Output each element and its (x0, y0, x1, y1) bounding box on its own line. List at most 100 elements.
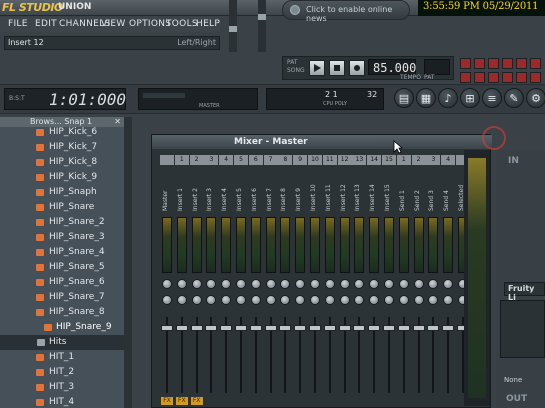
master-volume-slider[interactable] (229, 0, 237, 52)
volume-fader-handle[interactable] (175, 325, 188, 331)
volume-fader-handle[interactable] (368, 325, 381, 331)
pan-knob[interactable] (443, 279, 454, 289)
pan-knob[interactable] (339, 279, 350, 289)
online-news-button[interactable]: Click to enable online news (282, 0, 410, 23)
pan-knob[interactable] (324, 279, 335, 289)
volume-fader-handle[interactable] (309, 325, 321, 331)
mixer-track[interactable]: 11 Insert 11 (322, 155, 337, 407)
volume-fader-handle[interactable] (412, 325, 425, 331)
mode-toggle[interactable] (460, 72, 471, 83)
plugin-slot[interactable]: Fruity Li (504, 282, 545, 302)
pan-knob[interactable] (236, 279, 246, 289)
mode-toggle[interactable] (502, 58, 513, 69)
mixer-track[interactable]: 6 Insert 6 (248, 155, 263, 407)
mixer-track[interactable]: 2 Send 2 (411, 155, 426, 407)
mixer-button[interactable]: ≡ (482, 88, 502, 108)
volume-fader-handle[interactable] (397, 325, 410, 331)
pan-knob[interactable] (428, 279, 439, 289)
menu-tools[interactable]: TOOLS (166, 19, 198, 29)
volume-fader-handle[interactable] (294, 325, 307, 331)
browser-button[interactable]: ⊞ (460, 88, 480, 108)
mixer-track[interactable]: 13 Insert 13 (352, 155, 367, 407)
volume-fader-handle[interactable] (249, 325, 262, 331)
browser-item[interactable]: HIT_2 (0, 365, 124, 380)
pan-knob[interactable] (250, 279, 261, 289)
volume-fader-handle[interactable] (264, 325, 277, 331)
pan-knob[interactable] (354, 279, 365, 289)
volume-fader-handle[interactable] (427, 325, 440, 331)
mixer-track[interactable]: 2 Insert 2 FX (189, 155, 204, 407)
volume-fader-handle[interactable] (353, 325, 366, 331)
pattern-selector[interactable] (424, 59, 450, 75)
mixer-track[interactable]: 14 Insert 14 (367, 155, 382, 407)
pan-knob[interactable] (265, 279, 276, 289)
menu-options[interactable]: OPTIONS (129, 19, 171, 29)
volume-fader-handle[interactable] (205, 325, 218, 331)
stereo-knob[interactable] (206, 295, 217, 305)
master-pitch-slider[interactable] (258, 0, 266, 52)
stereo-knob[interactable] (339, 295, 350, 305)
stereo-knob[interactable] (428, 295, 439, 305)
fx-indicator[interactable]: FX (190, 397, 203, 405)
stereo-knob[interactable] (280, 295, 291, 305)
pan-knob[interactable] (191, 279, 202, 289)
mixer-title-bar[interactable]: Mixer - Master (152, 135, 492, 149)
browser-folder[interactable]: Hits (0, 335, 124, 350)
browser-item[interactable]: HIP_Snare_5 (0, 260, 124, 275)
stereo-knob[interactable] (413, 295, 424, 305)
pan-knob[interactable] (280, 279, 291, 289)
pat-song-switch[interactable]: PAT SONG (287, 59, 305, 75)
stereo-knob[interactable] (369, 295, 380, 305)
pan-knob[interactable] (162, 279, 172, 289)
mode-toggle[interactable] (502, 72, 513, 83)
mode-toggle[interactable] (488, 72, 499, 83)
mixer-track[interactable]: 3 Send 3 (426, 155, 441, 407)
mode-toggle[interactable] (460, 58, 471, 69)
menu-file[interactable]: FILE (8, 19, 28, 29)
stereo-knob[interactable] (398, 295, 409, 305)
stereo-knob[interactable] (443, 295, 454, 305)
mixer-track[interactable]: 10 Insert 10 (308, 155, 322, 407)
volume-fader-handle[interactable] (442, 325, 455, 331)
menu-edit[interactable]: EDIT (35, 19, 57, 29)
mode-toggle[interactable] (530, 72, 541, 83)
pan-knob[interactable] (413, 279, 424, 289)
tempo-display[interactable]: 85.000 (368, 59, 416, 75)
mode-toggle[interactable] (474, 72, 485, 83)
pan-knob[interactable] (398, 279, 409, 289)
stereo-knob[interactable] (265, 295, 276, 305)
browser-item[interactable]: HIP_Snare_4 (0, 245, 124, 260)
stereo-knob[interactable] (384, 295, 394, 305)
volume-fader-handle[interactable] (220, 325, 233, 331)
browser-item[interactable]: HIP_Kick_6 (0, 125, 124, 140)
song-position-display[interactable]: B:S:T 1:01:000 (4, 88, 126, 110)
volume-fader-handle[interactable] (338, 325, 351, 331)
mode-toggle[interactable] (530, 58, 541, 69)
stereo-knob[interactable] (176, 295, 187, 305)
mixer-track[interactable]: 12 Insert 12 (337, 155, 352, 407)
volume-fader-handle[interactable] (190, 325, 203, 331)
mixer-track[interactable]: 1 Insert 1 FX (174, 155, 189, 407)
stereo-knob[interactable] (162, 295, 172, 305)
volume-fader-handle[interactable] (323, 325, 336, 331)
piano-roll-button[interactable]: ♪ (438, 88, 458, 108)
menu-help[interactable]: HELP (196, 19, 220, 29)
browser-item[interactable]: HIP_Kick_8 (0, 155, 124, 170)
browser-item[interactable]: HIP_Snare_6 (0, 275, 124, 290)
pan-knob[interactable] (310, 279, 320, 289)
play-button[interactable] (309, 60, 325, 76)
browser-item[interactable]: HIP_Snare (0, 200, 124, 215)
volume-fader-handle[interactable] (161, 325, 173, 331)
step-sequencer-button[interactable]: ▦ (416, 88, 436, 108)
browser-item[interactable]: HIP_Kick_7 (0, 140, 124, 155)
mixer-track[interactable]: 9 Insert 9 (293, 155, 308, 407)
browser-item[interactable]: HIT_4 (0, 395, 124, 408)
browser-item[interactable]: HIP_Snare_8 (0, 305, 124, 320)
volume-fader-handle[interactable] (383, 325, 395, 331)
mode-toggle[interactable] (488, 58, 499, 69)
stereo-knob[interactable] (191, 295, 202, 305)
mixer-track[interactable]: 7 Insert 7 (263, 155, 278, 407)
pan-knob[interactable] (369, 279, 380, 289)
browser-item[interactable]: HIP_Snare_3 (0, 230, 124, 245)
pan-knob[interactable] (176, 279, 187, 289)
